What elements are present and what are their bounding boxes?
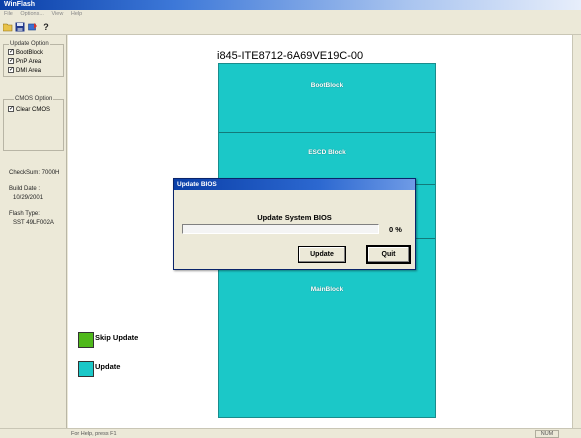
dmi-area-checkbox[interactable]: ✓ DMI Area <box>8 67 41 75</box>
flash-type-value: SST 49LF002A <box>13 220 54 226</box>
bootblock-checkbox[interactable]: ✓ BootBlock <box>8 49 43 57</box>
dmi-area-label: DMI Area <box>16 68 42 74</box>
cmos-option-title: CMOS Option <box>14 96 54 103</box>
skip-update-legend-label: Skip Update <box>95 333 139 342</box>
checkmark-icon: ✓ <box>8 106 15 113</box>
dialog-heading: Update System BIOS <box>257 213 332 222</box>
cmos-option-group: CMOS Option ✓ Clear CMOS <box>3 96 64 151</box>
pnp-area-checkbox[interactable]: ✓ PnP Area <box>8 58 41 66</box>
checkmark-icon: ✓ <box>8 58 15 65</box>
menu-view[interactable]: View <box>51 11 63 17</box>
menu-file[interactable]: File <box>4 11 13 17</box>
clear-cmos-label: Clear CMOS <box>16 107 51 113</box>
menu-options[interactable]: Options... <box>20 11 44 17</box>
checkmark-icon: ✓ <box>8 49 15 56</box>
build-date-label: Build Date : <box>9 186 41 192</box>
save-disk-icon[interactable] <box>15 22 25 32</box>
menu-bar: File Options... View Help <box>0 10 581 19</box>
flash-type-label: Flash Type: <box>9 211 40 217</box>
options-panel: Update Option ✓ BootBlock ✓ PnP Area ✓ DMI … <box>0 35 67 428</box>
update-button[interactable]: Update <box>298 246 346 263</box>
clear-cmos-checkbox[interactable]: ✓ Clear CMOS <box>8 106 50 114</box>
block-divider <box>219 132 435 133</box>
update-legend-label: Update <box>95 362 121 371</box>
update-swatch <box>78 361 94 377</box>
escd-block-region-label: ESCD Block <box>308 149 346 156</box>
flash-icon[interactable] <box>28 22 38 32</box>
update-bios-dialog: Update BIOS Update System BIOS 0 % Updat… <box>173 178 416 270</box>
progress-percent: 0 % <box>389 225 402 234</box>
build-date-value: 10/29/2001 <box>13 195 44 201</box>
chip-title: i845-ITE8712-6A69VE19C-00 <box>217 50 364 62</box>
mainblock-region-label: MainBlock <box>310 286 344 293</box>
bootblock-region-label: BootBlock <box>310 82 344 89</box>
skip-update-swatch <box>78 332 94 348</box>
status-help-text: For Help, press F1 <box>71 431 117 437</box>
num-lock-indicator: NUM <box>535 430 559 438</box>
quit-button[interactable]: Quit <box>366 245 411 264</box>
bootblock-label: BootBlock <box>16 50 44 56</box>
menu-help[interactable]: Help <box>71 11 82 17</box>
window-titlebar: WinFlash <box>0 0 581 10</box>
window-title: WinFlash <box>4 1 36 8</box>
checkmark-icon: ✓ <box>8 67 15 74</box>
pnp-area-label: PnP Area <box>16 59 42 65</box>
dialog-title: Update BIOS <box>174 179 415 190</box>
checksum-text: CheckSum: 7000H <box>9 170 60 176</box>
update-option-title: Update Option <box>9 41 50 48</box>
vertical-scrollbar[interactable] <box>572 35 581 428</box>
toolbar: ? <box>0 19 581 35</box>
open-folder-icon[interactable] <box>2 22 13 32</box>
help-icon[interactable]: ? <box>41 22 51 32</box>
progress-bar <box>182 224 379 234</box>
status-bar: For Help, press F1 NUM <box>0 428 581 438</box>
update-option-group: Update Option ✓ BootBlock ✓ PnP Area ✓ DMI … <box>3 41 64 77</box>
